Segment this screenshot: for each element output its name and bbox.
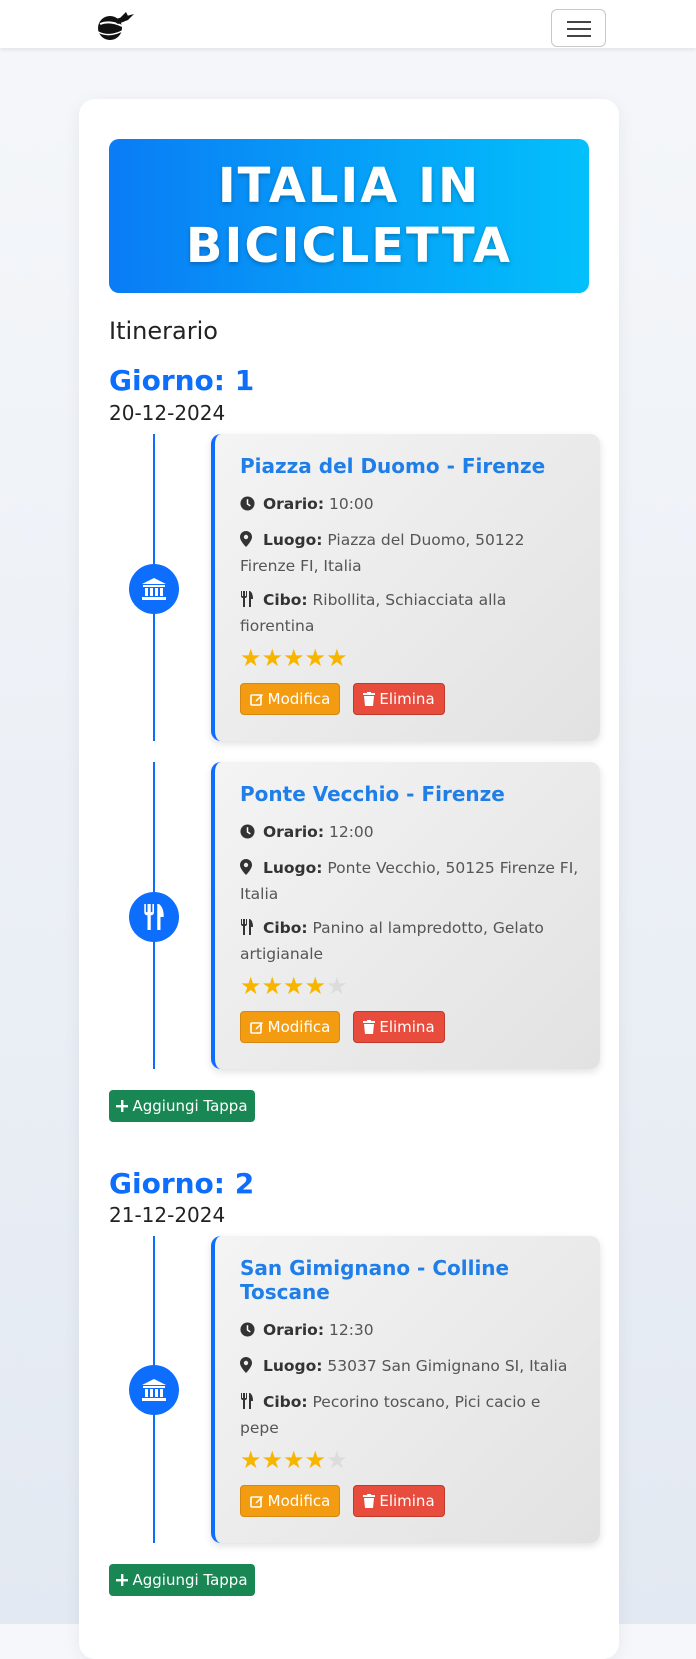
utensils-icon <box>240 590 258 614</box>
hamburger-icon <box>567 21 591 23</box>
star-rating: ★★★★★ <box>240 644 348 672</box>
delete-button[interactable]: Elimina <box>353 683 445 715</box>
hero-banner: ITALIA IN BICICLETTA <box>109 139 589 293</box>
hero-title-line2: BICICLETTA <box>185 218 513 274</box>
stop-title[interactable]: Ponte Vecchio - Firenze <box>240 782 580 806</box>
stop-card: Piazza del Duomo - Firenze Orario: 10:00… <box>211 434 600 741</box>
edit-button[interactable]: Modifica <box>240 1485 340 1517</box>
landmark-icon <box>129 1365 179 1415</box>
stop-food: Cibo: Ribollita, Schiacciata alla fioren… <box>240 590 507 635</box>
stop-title[interactable]: San Gimignano - Colline Toscane <box>240 1256 580 1304</box>
trash-icon <box>363 1494 376 1508</box>
plus-icon <box>116 1574 129 1586</box>
stop-location: Luogo: Piazza del Duomo, 50122 Firenze F… <box>240 530 525 575</box>
delete-button[interactable]: Elimina <box>353 1011 445 1043</box>
stop-card: San Gimignano - Colline Toscane Orario: … <box>211 1236 600 1543</box>
stop-time: Orario: 12:30 <box>240 1318 580 1344</box>
stop-location: Luogo: Ponte Vecchio, 50125 Firenze FI, … <box>240 858 579 903</box>
map-pin-icon <box>240 858 258 882</box>
navbar <box>0 0 696 48</box>
plane-globe-logo-icon[interactable] <box>92 10 136 42</box>
clock-icon <box>240 1320 258 1344</box>
stop-card: Ponte Vecchio - Firenze Orario: 12:00 Lu… <box>211 762 600 1069</box>
utensils-icon <box>129 892 179 942</box>
stop-food: Cibo: Pecorino toscano, Pici cacio e pep… <box>240 1392 541 1437</box>
utensils-icon <box>240 918 258 942</box>
trash-icon <box>363 692 376 706</box>
utensils-icon <box>240 1392 258 1416</box>
plus-icon <box>116 1100 129 1112</box>
star-rating: ★★★★★ <box>240 972 348 1000</box>
clock-icon <box>240 494 258 518</box>
menu-toggle-button[interactable] <box>551 9 606 47</box>
main-card: ITALIA IN BICICLETTA Itinerario Giorno: … <box>79 99 619 1659</box>
star-rating: ★★★★★ <box>240 1446 348 1474</box>
add-stop-button[interactable]: Aggiungi Tappa <box>109 1090 255 1122</box>
day-title: Giorno: 1 <box>109 364 255 397</box>
delete-button[interactable]: Elimina <box>353 1485 445 1517</box>
edit-icon <box>249 1496 263 1508</box>
hero-title-line1: ITALIA IN <box>217 158 481 214</box>
edit-button[interactable]: Modifica <box>240 1011 340 1043</box>
clock-icon <box>240 822 258 846</box>
day-title: Giorno: 2 <box>109 1167 255 1200</box>
stop-food: Cibo: Panino al lampredotto, Gelato arti… <box>240 918 544 963</box>
map-pin-icon <box>240 530 258 554</box>
trash-icon <box>363 1020 376 1034</box>
stop-time: Orario: 12:00 <box>240 820 580 846</box>
edit-button[interactable]: Modifica <box>240 683 340 715</box>
edit-icon <box>249 694 263 706</box>
edit-icon <box>249 1022 263 1034</box>
stop-time: Orario: 10:00 <box>240 492 580 518</box>
landmark-icon <box>129 564 179 614</box>
add-stop-button[interactable]: Aggiungi Tappa <box>109 1564 255 1596</box>
section-title: Itinerario <box>109 317 218 345</box>
day-date: 20-12-2024 <box>109 401 226 425</box>
map-pin-icon <box>240 1356 258 1380</box>
day-date: 21-12-2024 <box>109 1203 226 1227</box>
stop-title[interactable]: Piazza del Duomo - Firenze <box>240 454 580 478</box>
stop-location: Luogo: 53037 San Gimignano SI, Italia <box>240 1354 580 1380</box>
